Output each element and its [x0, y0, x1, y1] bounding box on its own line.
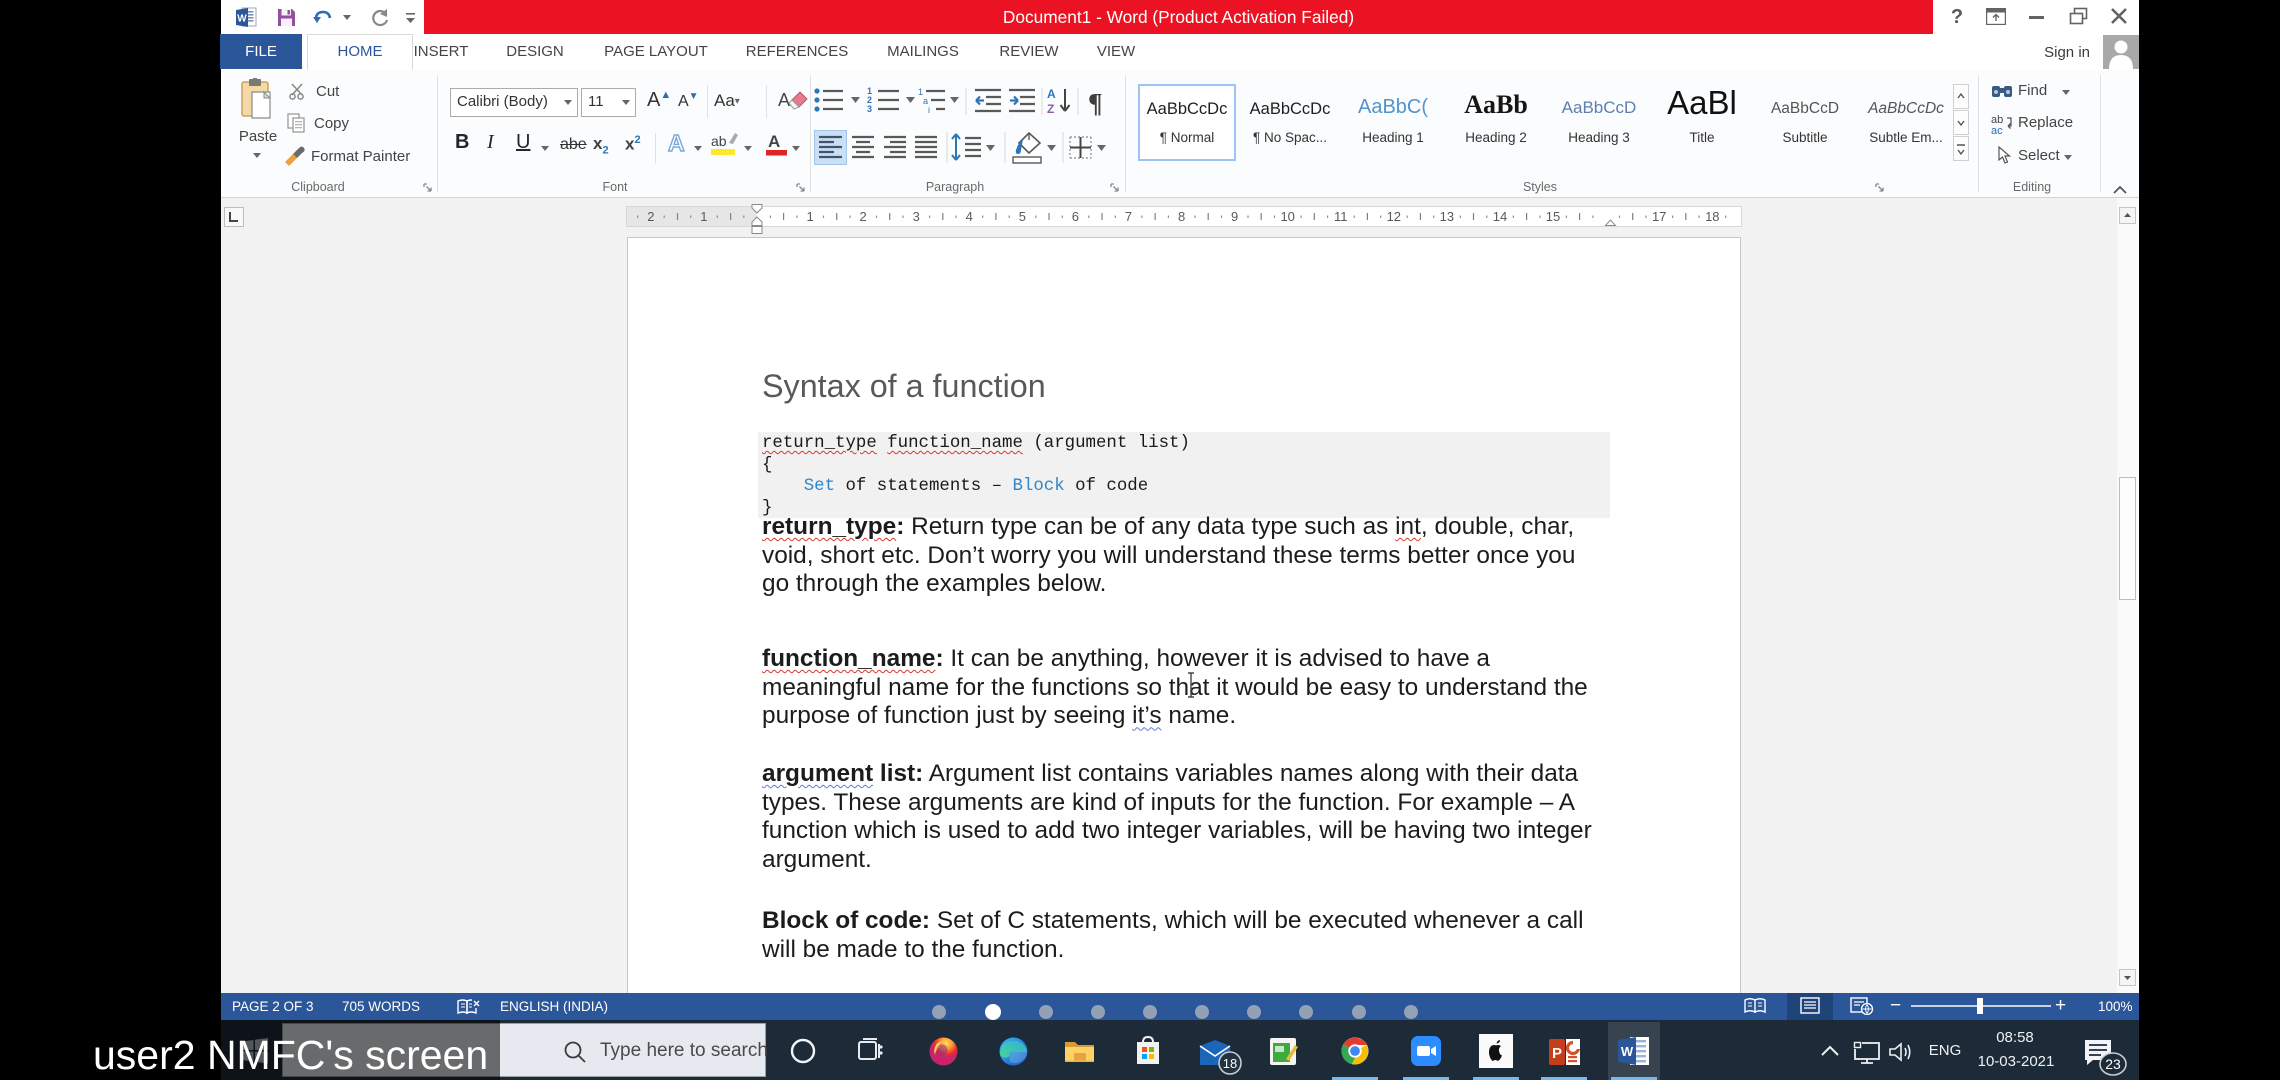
- svg-text:23: 23: [2105, 1056, 2121, 1072]
- svg-text:P: P: [1552, 1045, 1562, 1062]
- svg-text:W: W: [1621, 1044, 1634, 1059]
- svg-text:18: 18: [1223, 1056, 1237, 1071]
